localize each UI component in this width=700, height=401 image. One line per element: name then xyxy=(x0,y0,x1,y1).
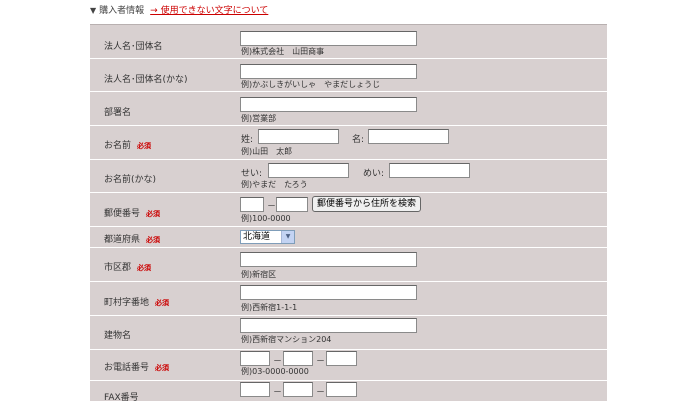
sei-label: 姓: xyxy=(241,135,254,145)
fax-dash-1: － xyxy=(273,388,283,398)
last-name-input[interactable] xyxy=(258,129,339,144)
fax-label: FAX番号 xyxy=(104,393,139,401)
first-name-kana-input[interactable] xyxy=(389,163,470,178)
department-label: 部署名 xyxy=(104,108,132,118)
row-name: お名前 必須 姓: 名: 例)山田 太郎 xyxy=(90,126,607,160)
postal-dash: － xyxy=(267,202,277,212)
company-kana-input[interactable] xyxy=(240,64,417,79)
row-department: 部署名 例)営業部 xyxy=(90,92,607,126)
phone-hint: 例)03-0000-0000 xyxy=(241,367,309,376)
city-hint: 例)新宿区 xyxy=(241,270,277,279)
required-badge: 必須 xyxy=(155,299,170,307)
company-kana-label: 法人名･団体名(かな) xyxy=(104,75,188,85)
town-input[interactable] xyxy=(240,285,417,300)
name-hint: 例)山田 太郎 xyxy=(241,147,293,156)
last-name-kana-input[interactable] xyxy=(268,163,349,178)
company-hint: 例)株式会社 山田商事 xyxy=(241,47,325,56)
row-building: 建物名 例)西新宿マンション204 xyxy=(90,316,607,350)
unusable-characters-link[interactable]: → 使用できない文字について xyxy=(150,6,268,16)
row-town: 町村字番地 必須 例)西新宿1-1-1 xyxy=(90,282,607,316)
fax-second-input[interactable] xyxy=(283,382,313,397)
fax-third-input[interactable] xyxy=(326,382,357,397)
phone-first-input[interactable] xyxy=(240,351,270,366)
required-badge: 必須 xyxy=(146,236,161,244)
first-name-input[interactable] xyxy=(368,129,449,144)
name-kana-label: お名前(かな) xyxy=(104,175,157,185)
town-label: 町村字番地 必須 xyxy=(104,298,170,308)
phone-third-input[interactable] xyxy=(326,351,357,366)
row-prefecture: 都道府県 必須 北海道 ▼ xyxy=(90,227,607,248)
postal-search-button[interactable]: 郵便番号から住所を検索 xyxy=(312,196,422,212)
prefecture-label: 都道府県 必須 xyxy=(104,235,161,245)
prefecture-select[interactable]: 北海道 ▼ xyxy=(240,230,295,244)
company-kana-hint: 例)かぶしきがいしゃ やまだしょうじ xyxy=(241,80,381,89)
department-input[interactable] xyxy=(240,97,417,112)
chevron-down-icon[interactable]: ▼ xyxy=(281,231,294,243)
row-company: 法人名･団体名 例)株式会社 山田商事 xyxy=(90,25,607,59)
company-label: 法人名･団体名 xyxy=(104,42,163,52)
required-badge: 必須 xyxy=(137,264,152,272)
section-title: 購入者情報 xyxy=(99,6,145,16)
city-label: 市区郡 必須 xyxy=(104,263,152,273)
row-name-kana: お名前(かな) せい: めい: 例)やまだ たろう xyxy=(90,160,607,193)
row-postal: 郵便番号 必須 － 郵便番号から住所を検索 例)100-0000 xyxy=(90,193,607,227)
row-fax: FAX番号 － － xyxy=(90,381,607,401)
phone-second-input[interactable] xyxy=(283,351,313,366)
fax-first-input[interactable] xyxy=(240,382,270,397)
required-badge: 必須 xyxy=(155,364,170,372)
city-input[interactable] xyxy=(240,252,417,267)
mei-label: 名: xyxy=(352,135,365,145)
company-input[interactable] xyxy=(240,31,417,46)
purchaser-form: 法人名･団体名 例)株式会社 山田商事 法人名･団体名(かな) 例)かぶしきがい… xyxy=(90,24,607,401)
triangle-down-icon: ▼ xyxy=(90,6,97,15)
name-label: お名前 必須 xyxy=(104,141,152,151)
required-badge: 必須 xyxy=(146,210,161,218)
phone-label: お電話番号 必須 xyxy=(104,363,170,373)
row-city: 市区郡 必須 例)新宿区 xyxy=(90,248,607,282)
phone-dash-2: － xyxy=(316,357,326,367)
sei-kana-label: せい: xyxy=(241,169,263,179)
building-hint: 例)西新宿マンション204 xyxy=(241,335,332,344)
section-header: ▼ 購入者情報 → 使用できない文字について xyxy=(90,4,268,18)
name-kana-hint: 例)やまだ たろう xyxy=(241,180,308,189)
postal-second-input[interactable] xyxy=(276,197,308,212)
postal-label: 郵便番号 必須 xyxy=(104,209,161,219)
department-hint: 例)営業部 xyxy=(241,114,277,123)
row-phone: お電話番号 必須 － － 例)03-0000-0000 xyxy=(90,350,607,381)
fax-dash-2: － xyxy=(316,388,326,398)
postal-first-input[interactable] xyxy=(240,197,264,212)
mei-kana-label: めい: xyxy=(363,169,385,179)
town-hint: 例)西新宿1-1-1 xyxy=(241,303,298,312)
required-badge: 必須 xyxy=(137,142,152,150)
postal-hint: 例)100-0000 xyxy=(241,214,291,223)
row-company-kana: 法人名･団体名(かな) 例)かぶしきがいしゃ やまだしょうじ xyxy=(90,59,607,92)
building-input[interactable] xyxy=(240,318,417,333)
building-label: 建物名 xyxy=(104,331,132,341)
